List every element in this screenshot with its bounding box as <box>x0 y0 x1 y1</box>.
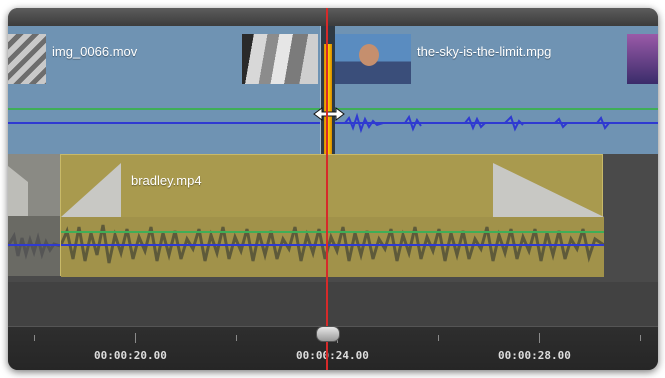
clip-the-sky-is-the-limit[interactable]: the-sky-is-the-limit.mpg <box>335 26 658 154</box>
timecode-label: 00:00:24.00 <box>296 349 369 362</box>
playhead-line[interactable] <box>326 8 328 370</box>
timeline-panel: img_0066.mov the-sky-is-the-limit.mpg br… <box>8 8 658 370</box>
playhead-knob[interactable] <box>316 326 340 342</box>
ruler-tick <box>640 335 641 341</box>
ruler-tick <box>34 335 35 341</box>
fade-out-ramp <box>8 166 61 276</box>
volume-line[interactable] <box>8 108 320 110</box>
clip-thumbnail <box>8 34 46 84</box>
thumbnail-person <box>359 44 379 66</box>
empty-track[interactable] <box>8 282 658 326</box>
timeline-header <box>8 8 658 26</box>
ruler-tick <box>135 333 136 343</box>
clip-name-label: the-sky-is-the-limit.mpg <box>417 44 552 59</box>
clip-bradley[interactable]: bradley.mp4 <box>60 154 604 277</box>
audio-waveform <box>335 112 658 134</box>
clip-previous[interactable] <box>8 154 61 276</box>
clip-thumbnail <box>335 34 411 84</box>
ruler-tick <box>236 335 237 341</box>
clip-thumbnail <box>242 34 318 84</box>
clip-img-0066[interactable]: img_0066.mov <box>8 26 321 154</box>
audio-track: bradley.mp4 <box>8 154 658 282</box>
video-track: img_0066.mov the-sky-is-the-limit.mpg <box>8 26 658 172</box>
horizontal-resize-icon <box>313 107 345 121</box>
timecode-label: 00:00:28.00 <box>498 349 571 362</box>
clip-thumbnail <box>627 34 658 84</box>
ruler-tick <box>438 335 439 341</box>
timecode-label: 00:00:20.00 <box>94 349 167 362</box>
audio-waveform <box>8 122 320 124</box>
clip-name-label: img_0066.mov <box>52 44 138 59</box>
ruler-tick <box>539 333 540 343</box>
clip-name-label: bradley.mp4 <box>131 173 202 188</box>
